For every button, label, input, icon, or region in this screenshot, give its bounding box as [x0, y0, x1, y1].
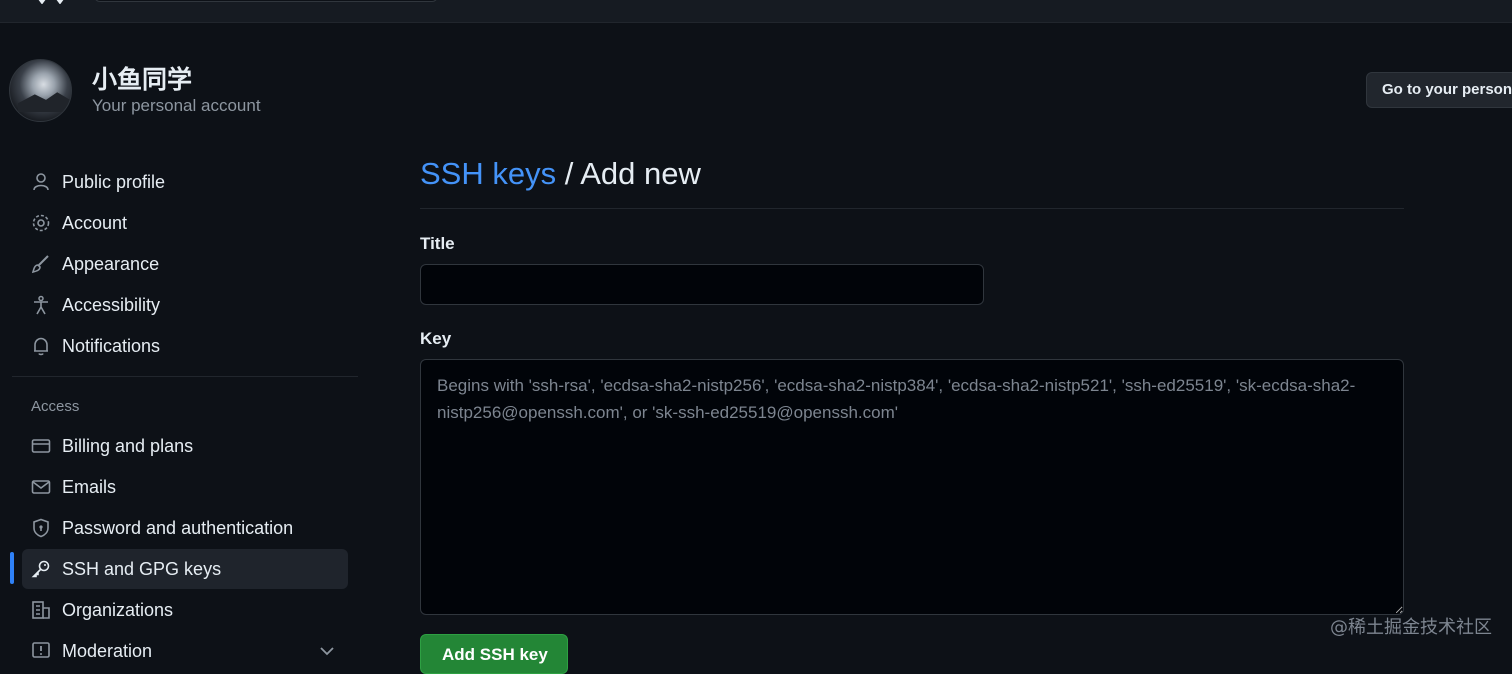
github-logo-icon[interactable] [34, 0, 68, 4]
sidebar-item-label: Emails [62, 476, 117, 497]
sidebar-item-label: SSH and GPG keys [62, 558, 222, 579]
sidebar-item-ssh-gpg-keys[interactable]: SSH and GPG keys [22, 549, 348, 589]
key-textarea[interactable] [420, 359, 1404, 615]
breadcrumb-ssh-keys-link[interactable]: SSH keys [420, 156, 556, 191]
sidebar-item-label: Billing and plans [62, 435, 194, 456]
shield-lock-icon [30, 517, 52, 539]
account-name: 小鱼同学 [92, 65, 193, 94]
report-icon [30, 640, 52, 662]
sidebar-item-label: Account [62, 212, 128, 233]
sidebar-item-public-profile[interactable]: Public profile [22, 162, 348, 202]
chevron-down-icon[interactable] [318, 642, 336, 660]
sidebar-divider [12, 376, 358, 377]
avatar[interactable] [9, 59, 72, 122]
key-label: Key [420, 329, 452, 348]
accessibility-icon [30, 294, 52, 316]
gear-icon [30, 212, 52, 234]
sidebar-item-label: Notifications [62, 335, 161, 356]
top-header [0, 0, 1512, 23]
sidebar-item-account[interactable]: Account [22, 203, 348, 243]
sidebar-item-moderation[interactable]: Moderation [22, 631, 348, 671]
sidebar-item-organizations[interactable]: Organizations [22, 590, 348, 630]
organization-icon [30, 599, 52, 621]
heading-divider [420, 208, 1404, 209]
search-input[interactable] [94, 0, 438, 2]
sidebar-item-label: Public profile [62, 171, 166, 192]
sidebar-item-password-authentication[interactable]: Password and authentication [22, 508, 348, 548]
sidebar-item-label: Organizations [62, 599, 174, 620]
breadcrumb-current: Add new [580, 156, 701, 191]
sidebar-item-label: Accessibility [62, 294, 161, 315]
sidebar-item-label: Appearance [62, 253, 160, 274]
person-icon [30, 171, 52, 193]
go-to-profile-button[interactable]: Go to your personal profile [1366, 72, 1512, 108]
sidebar-item-notifications[interactable]: Notifications [22, 326, 348, 366]
mail-icon [30, 476, 52, 498]
bell-icon [30, 335, 52, 357]
watermark: @稀土掘金技术社区 [1330, 617, 1492, 638]
page-title: SSH keys / Add new [420, 156, 701, 192]
add-ssh-key-button[interactable]: Add SSH key [420, 634, 568, 674]
title-label: Title [420, 234, 455, 253]
sidebar-item-label: Password and authentication [62, 517, 294, 538]
credit-card-icon [30, 435, 52, 457]
account-subtitle: Your personal account [92, 96, 261, 115]
title-input[interactable] [420, 264, 984, 305]
sidebar-item-billing[interactable]: Billing and plans [22, 426, 348, 466]
key-icon [30, 558, 52, 580]
sidebar-item-emails[interactable]: Emails [22, 467, 348, 507]
sidebar-item-label: Moderation [62, 640, 153, 661]
active-item-indicator [10, 552, 14, 584]
sidebar-item-accessibility[interactable]: Accessibility [22, 285, 348, 325]
sidebar-section-access: Access [31, 398, 80, 415]
paintbrush-icon [30, 253, 52, 275]
sidebar-item-appearance[interactable]: Appearance [22, 244, 348, 284]
breadcrumb-separator: / [556, 156, 581, 191]
